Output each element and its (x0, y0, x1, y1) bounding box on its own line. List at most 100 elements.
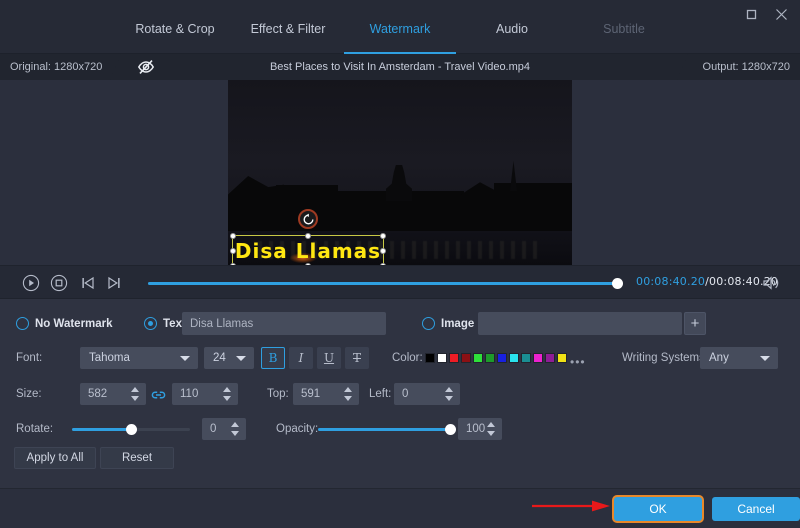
opacity-slider[interactable] (318, 428, 450, 431)
writing-systems-value: Any (709, 347, 729, 369)
watermark-selection-box[interactable]: Disa Llamas (232, 235, 384, 267)
cancel-button[interactable]: Cancel (712, 497, 800, 521)
watermark-image-input[interactable] (478, 312, 682, 335)
height-value: 110 (180, 383, 198, 405)
font-family-value: Tahoma (89, 347, 130, 369)
original-resolution: Original: 1280x720 (10, 54, 102, 80)
resize-handle[interactable] (230, 233, 236, 239)
radio-no-watermark[interactable] (16, 317, 29, 330)
tab-effect-filter[interactable]: Effect & Filter (232, 20, 344, 54)
radio-image-watermark[interactable] (422, 317, 435, 330)
watermark-text-input[interactable] (182, 312, 386, 335)
annotation-arrow-icon (532, 499, 610, 511)
tab-rotate-crop[interactable]: Rotate & Crop (118, 20, 232, 54)
playback-bar: 00:08:40.20/00:08:40.20 (0, 265, 800, 299)
font-family-select[interactable]: Tahoma (80, 347, 198, 369)
maximize-icon (746, 9, 757, 20)
ok-button[interactable]: OK (614, 497, 702, 521)
opacity-label: Opacity: (276, 419, 318, 439)
opacity-slider-knob[interactable] (445, 424, 456, 435)
color-swatch[interactable] (557, 353, 567, 363)
underline-button[interactable]: U (317, 347, 341, 369)
strikethrough-button[interactable]: T (345, 347, 369, 369)
color-swatch[interactable] (437, 353, 447, 363)
color-swatch[interactable] (425, 353, 435, 363)
color-swatch[interactable] (449, 353, 459, 363)
color-swatch[interactable] (533, 353, 543, 363)
font-size-select[interactable]: 24 (204, 347, 254, 369)
chevron-down-icon (180, 356, 190, 361)
rotate-slider-fill (72, 428, 131, 431)
resize-handle[interactable] (380, 248, 386, 254)
color-swatch[interactable] (545, 353, 555, 363)
writing-systems-label: Writing Systems: (622, 348, 708, 368)
opacity-value: 100 (466, 418, 485, 440)
resize-handle[interactable] (230, 248, 236, 254)
media-info-bar: Best Places to Visit In Amsterdam - Trav… (0, 54, 800, 80)
next-frame-icon[interactable] (105, 274, 123, 292)
rotate-slider[interactable] (72, 428, 190, 431)
tab-subtitle: Subtitle (568, 20, 680, 54)
more-colors-button[interactable]: ••• (570, 357, 586, 367)
file-name: Best Places to Visit In Amsterdam - Trav… (0, 54, 800, 80)
left-label: Left: (369, 384, 391, 404)
label-image-watermark[interactable]: Image (441, 316, 474, 332)
watermark-editor-window: Rotate & Crop Effect & Filter Watermark … (0, 0, 800, 528)
progress-track[interactable] (148, 282, 618, 285)
progress-knob[interactable] (612, 278, 623, 289)
watermark-text: Disa Llamas (233, 236, 383, 266)
color-swatch[interactable] (473, 353, 483, 363)
add-image-button[interactable]: + (684, 312, 706, 335)
color-swatch[interactable] (461, 353, 471, 363)
rotate-slider-knob[interactable] (126, 424, 137, 435)
tab-bar: Rotate & Crop Effect & Filter Watermark … (0, 20, 800, 54)
apply-to-all-button[interactable]: Apply to All (14, 447, 96, 469)
size-label: Size: (16, 384, 42, 404)
previous-frame-icon[interactable] (79, 274, 97, 292)
radio-text-watermark[interactable] (144, 317, 157, 330)
font-label: Font: (16, 348, 42, 368)
writing-systems-select[interactable]: Any (700, 347, 778, 369)
stepper-arrows[interactable] (223, 386, 232, 402)
rotate-stepper[interactable]: 0 (202, 418, 246, 440)
resize-handle[interactable] (380, 233, 386, 239)
italic-button[interactable]: I (289, 347, 313, 369)
dialog-footer: OK Cancel (0, 488, 800, 528)
tab-watermark[interactable]: Watermark (344, 20, 456, 54)
preview-area: Disa Llamas (0, 80, 800, 265)
width-value: 582 (88, 383, 107, 405)
left-stepper[interactable]: 0 (394, 383, 460, 405)
label-no-watermark[interactable]: No Watermark (35, 316, 113, 332)
link-icon[interactable] (151, 388, 165, 400)
width-stepper[interactable]: 582 (80, 383, 146, 405)
top-label: Top: (267, 384, 289, 404)
current-time: 00:08:40.20 (636, 275, 705, 288)
stepper-arrows[interactable] (131, 386, 140, 402)
resize-handle[interactable] (305, 233, 311, 239)
color-swatch[interactable] (485, 353, 495, 363)
stop-icon[interactable] (50, 274, 68, 292)
volume-icon[interactable] (761, 274, 781, 292)
top-stepper[interactable]: 591 (293, 383, 359, 405)
reset-button[interactable]: Reset (100, 447, 174, 469)
rotate-label: Rotate: (16, 419, 53, 439)
opacity-stepper[interactable]: 100 (458, 418, 502, 440)
tab-label: Audio (496, 22, 528, 36)
stepper-arrows[interactable] (231, 421, 240, 437)
color-swatch[interactable] (509, 353, 519, 363)
tab-label: Subtitle (603, 22, 645, 36)
chevron-down-icon (236, 356, 246, 361)
color-swatch[interactable] (497, 353, 507, 363)
eye-off-icon[interactable] (136, 57, 156, 77)
height-stepper[interactable]: 110 (172, 383, 238, 405)
stepper-arrows[interactable] (445, 386, 454, 402)
stepper-arrows[interactable] (344, 386, 353, 402)
tab-audio[interactable]: Audio (456, 20, 568, 54)
stepper-arrows[interactable] (487, 421, 496, 437)
timecode: 00:08:40.20/00:08:40.20 (636, 275, 778, 288)
play-icon[interactable] (22, 274, 40, 292)
color-swatch[interactable] (521, 353, 531, 363)
close-icon (775, 8, 788, 21)
bold-button[interactable]: B (261, 347, 285, 369)
rotate-icon[interactable] (298, 209, 318, 229)
